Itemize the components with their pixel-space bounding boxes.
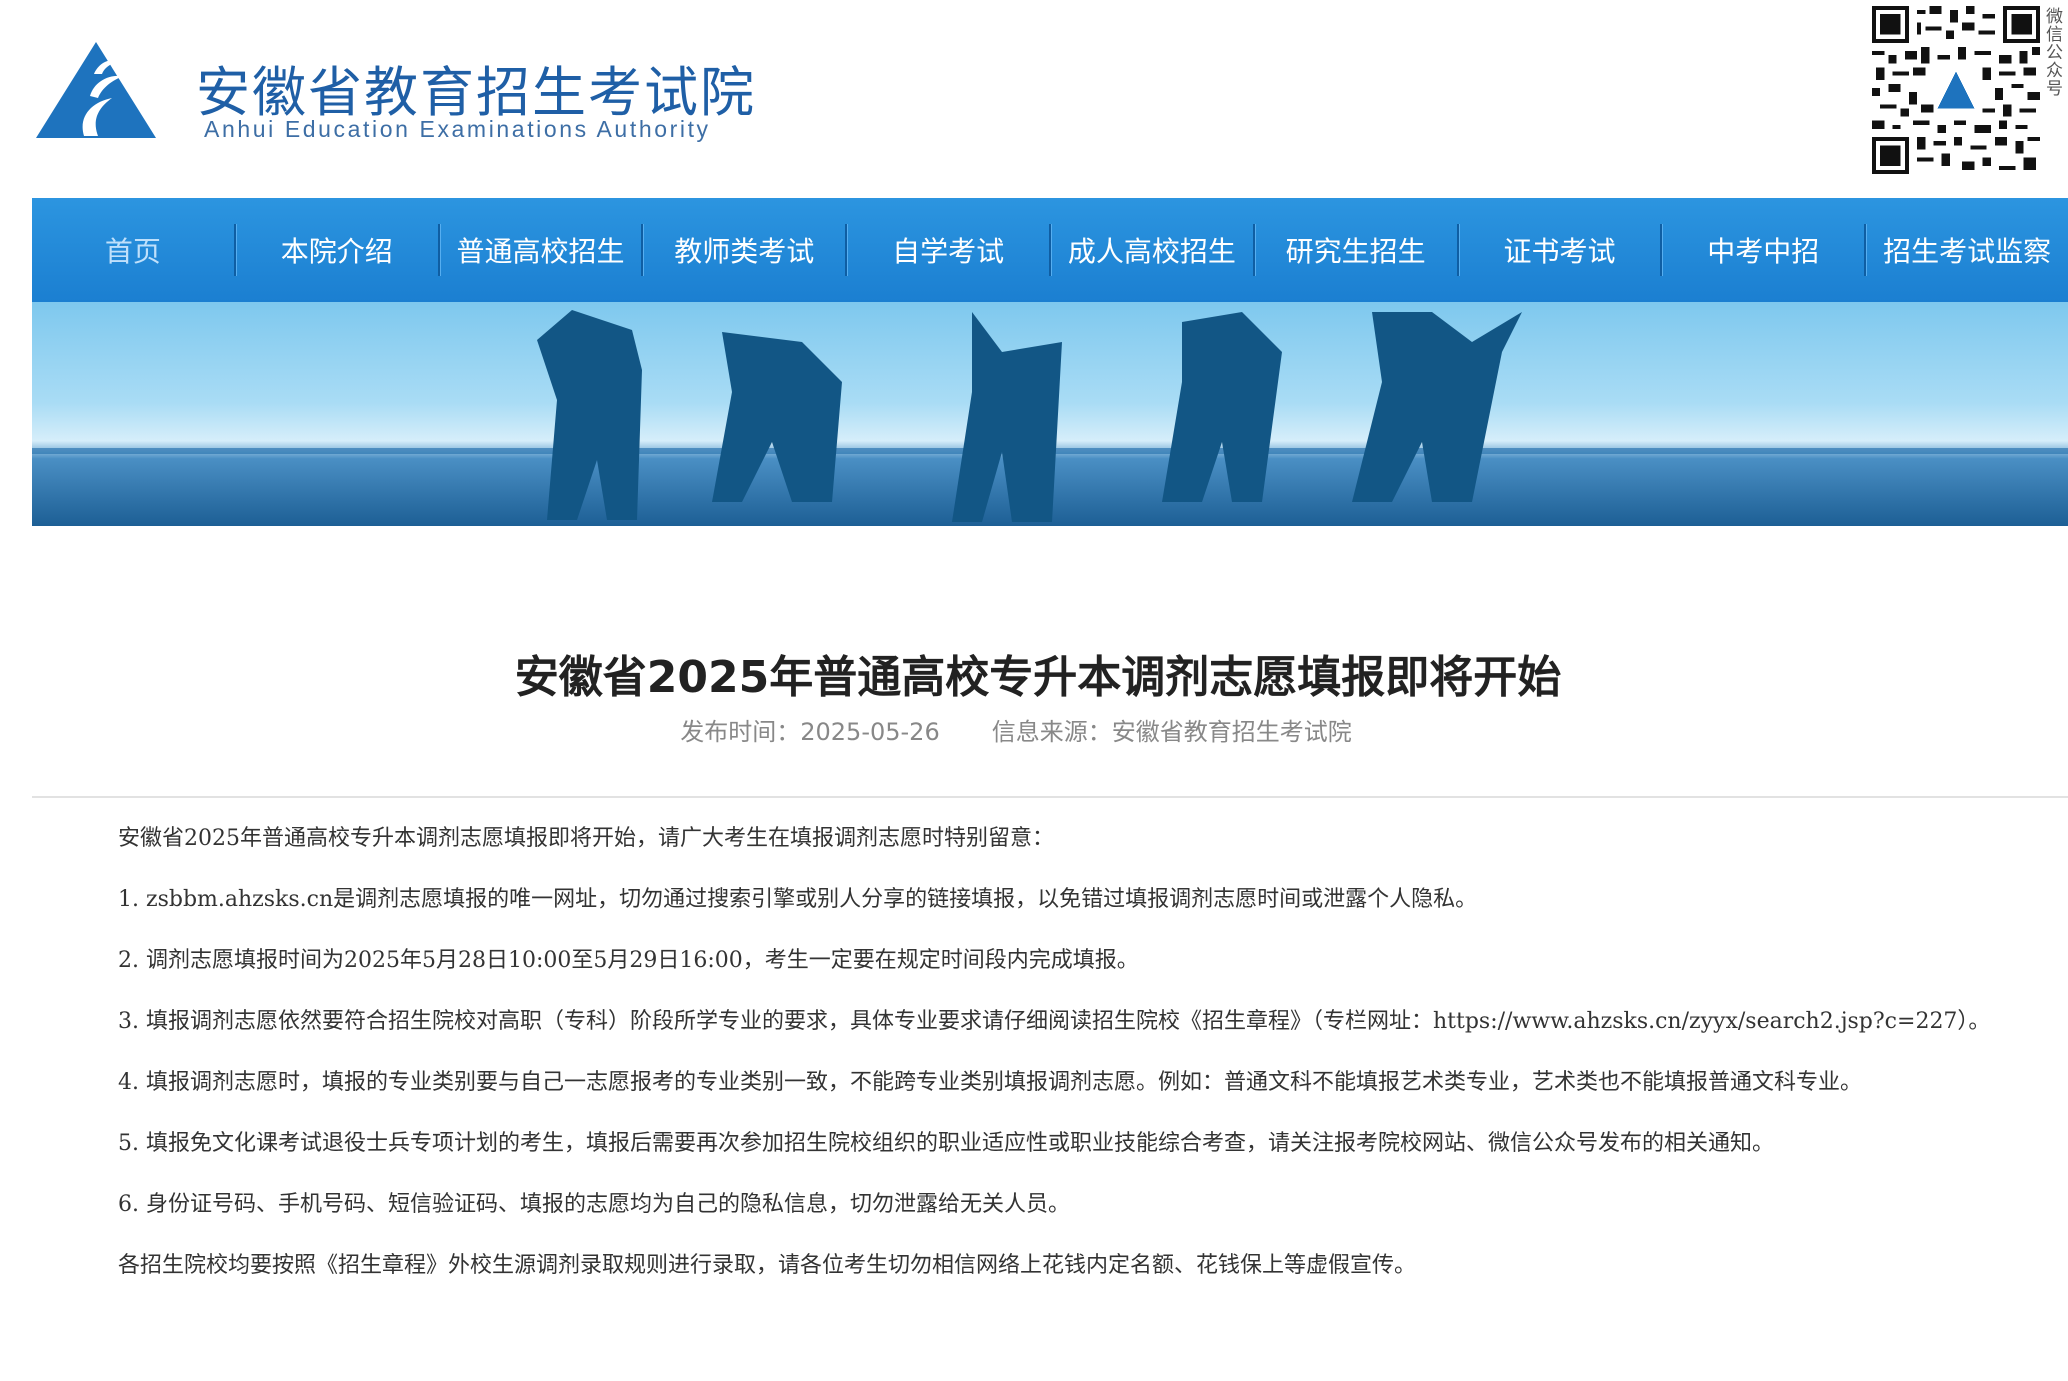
org-name-en: Anhui Education Examinations Authority <box>204 116 711 142</box>
qr-caption: 微信公众号 <box>2046 7 2063 99</box>
site-header: 安徽省教育招生考试院 Anhui Education Examinations … <box>0 0 2068 198</box>
wechat-qr-code <box>1872 6 2040 174</box>
article-meta: 发布时间：2025-05-26 信息来源：安徽省教育招生考试院 <box>0 712 2050 747</box>
nav-item-college-admission[interactable]: 普通高校招生 <box>440 198 642 302</box>
nav-item-adult-college[interactable]: 成人高校招生 <box>1051 198 1253 302</box>
paragraph: 5. 填报免文化课考试退役士兵专项计划的考生，填报后需要再次参加招生院校组织的职… <box>118 1131 1774 1156</box>
paragraph: 安徽省2025年普通高校专升本调剂志愿填报即将开始，请广大考生在填报调剂志愿时特… <box>118 826 1054 851</box>
article-source: 信息来源：安徽省教育招生考试院 <box>991 718 1352 746</box>
paragraph: 2. 调剂志愿填报时间为2025年5月28日10:00至5月29日16:00，考… <box>118 948 1139 973</box>
divider <box>32 796 2068 798</box>
publish-time: 发布时间：2025-05-26 <box>680 718 940 746</box>
nav-item-supervision[interactable]: 招生考试监察 <box>1866 198 2068 302</box>
nav-item-teacher-exam[interactable]: 教师类考试 <box>643 198 845 302</box>
article-title: 安徽省2025年普通高校专升本调剂志愿填报即将开始 <box>514 652 1562 704</box>
logo-icon[interactable] <box>32 38 160 144</box>
nav-item-certificate-exam[interactable]: 证书考试 <box>1459 198 1661 302</box>
nav-item-high-school[interactable]: 中考中招 <box>1662 198 1864 302</box>
paragraph: 各招生院校均要按照《招生章程》外校生源调剂录取规则进行录取，请各位考生切勿相信网… <box>118 1253 1417 1278</box>
nav-item-home[interactable]: 首页 <box>32 198 234 302</box>
main-nav: 首页 本院介绍 普通高校招生 教师类考试 自学考试 成人高校招生 研究生招生 证… <box>32 198 2068 302</box>
banner-image <box>32 302 2068 526</box>
nav-item-self-study-exam[interactable]: 自学考试 <box>847 198 1049 302</box>
article-body: 安徽省2025年普通高校专升本调剂志愿填报即将开始，请广大考生在填报调剂志愿时特… <box>32 808 2032 1296</box>
paragraph: 3. 填报调剂志愿依然要符合招生院校对高职（专科）阶段所学专业的要求，具体专业要… <box>118 1009 1991 1034</box>
nav-item-graduate[interactable]: 研究生招生 <box>1255 198 1457 302</box>
paragraph: 1. zsbbm.ahzsks.cn是调剂志愿填报的唯一网址，切勿通过搜索引擎或… <box>118 887 1478 912</box>
paragraph: 4. 填报调剂志愿时，填报的专业类别要与自己一志愿报考的专业类别一致，不能跨专业… <box>118 1070 1862 1095</box>
paragraph: 6. 身份证号码、手机号码、短信验证码、填报的志愿均为自己的隐私信息，切勿泄露给… <box>118 1192 1070 1217</box>
nav-item-about[interactable]: 本院介绍 <box>236 198 438 302</box>
